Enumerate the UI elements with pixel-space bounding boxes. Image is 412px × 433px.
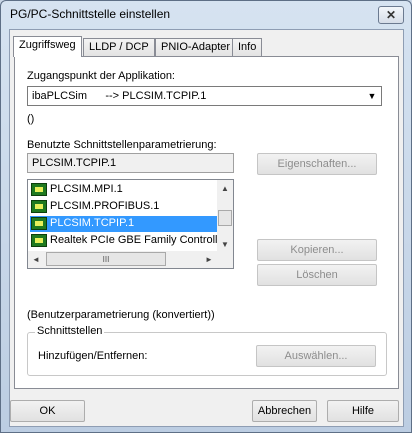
tab-pnio-adapter[interactable]: PNIO-Adapter: [155, 38, 237, 56]
delete-button[interactable]: Löschen: [257, 264, 377, 286]
cancel-button[interactable]: Abbrechen: [252, 400, 317, 422]
scroll-right-icon[interactable]: ►: [201, 251, 217, 268]
add-remove-label: Hinzufügen/Entfernen:: [38, 350, 148, 362]
tab-label: Info: [238, 41, 257, 53]
copy-button[interactable]: Kopieren...: [257, 239, 377, 261]
tab-lldp-dcp[interactable]: LLDP / DCP: [83, 38, 155, 56]
help-button[interactable]: Hilfe: [327, 400, 399, 422]
grip-icon: III: [102, 254, 110, 264]
ok-button-label: OK: [39, 405, 56, 417]
properties-button[interactable]: Eigenschaften...: [257, 153, 377, 175]
list-item-label: Realtek PCIe GBE Family Controller: [50, 234, 228, 246]
tab-panel-zugriffsweg: Zugangspunkt der Applikation: ibaPLCSim …: [14, 56, 399, 389]
window-title: PG/PC-Schnittstelle einstellen: [10, 7, 171, 21]
tab-info[interactable]: Info: [232, 38, 263, 56]
list-item[interactable]: Realtek PCIe GBE Family Controller: [30, 233, 227, 249]
horizontal-scroll-thumb[interactable]: III: [46, 252, 166, 266]
list-item[interactable]: PLCSIM.PROFIBUS.1: [30, 199, 218, 215]
network-adapter-icon: [31, 217, 47, 230]
list-item-label: PLCSIM.PROFIBUS.1: [50, 200, 160, 212]
help-button-label: Hilfe: [351, 405, 374, 417]
network-adapter-icon: [31, 200, 47, 213]
select-button[interactable]: Auswählen...: [256, 345, 376, 367]
scroll-up-icon[interactable]: ▲: [217, 180, 233, 196]
title-bar: PG/PC-Schnittstelle einstellen ✕: [1, 1, 411, 27]
current-interface-field: PLCSIM.TCPIP.1: [27, 153, 234, 173]
dialog-client: Zugriffsweg LLDP / DCP PNIO-Adapter Info…: [9, 29, 404, 427]
close-icon: ✕: [385, 8, 397, 22]
groupbox-legend: Schnittstellen: [35, 325, 105, 337]
network-adapter-icon: [31, 183, 47, 196]
copy-button-label: Kopieren...: [290, 244, 344, 256]
interfaces-groupbox: Schnittstellen Hinzufügen/Entfernen: Aus…: [27, 325, 387, 376]
delete-button-label: Löschen: [296, 269, 338, 281]
select-button-label: Auswählen...: [284, 350, 348, 362]
vertical-scroll-thumb[interactable]: [218, 210, 232, 226]
ok-button[interactable]: OK: [10, 400, 85, 422]
access-point-label: Zugangspunkt der Applikation:: [27, 70, 175, 82]
interface-listbox[interactable]: PLCSIM.MPI.1 PLCSIM.PROFIBUS.1 PLCSIM.TC…: [27, 179, 234, 269]
current-interface-value: PLCSIM.TCPIP.1: [32, 157, 117, 169]
list-item-selected[interactable]: PLCSIM.TCPIP.1: [30, 216, 218, 232]
list-item[interactable]: PLCSIM.MPI.1: [30, 182, 218, 198]
vertical-scrollbar[interactable]: ▲ ▼: [217, 180, 233, 252]
chevron-down-icon[interactable]: ▼: [364, 88, 380, 104]
dialog-window: PG/PC-Schnittstelle einstellen ✕ Zugriff…: [0, 0, 412, 433]
tab-label: Zugriffsweg: [19, 39, 76, 51]
network-adapter-icon: [31, 234, 47, 247]
access-point-select[interactable]: ibaPLCSim --> PLCSIM.TCPIP.1 ▼: [27, 86, 382, 106]
access-point-note: (): [27, 113, 35, 125]
close-button[interactable]: ✕: [378, 6, 404, 24]
interface-param-label: Benutzte Schnittstellenparametrierung:: [27, 139, 217, 151]
list-item-label: PLCSIM.MPI.1: [50, 183, 123, 195]
parametrization-status: (Benutzerparametrierung (konvertiert)): [27, 309, 215, 321]
scroll-down-icon[interactable]: ▼: [217, 236, 233, 252]
horizontal-scrollbar[interactable]: ◄ III ►: [28, 251, 233, 268]
tab-zugriffsweg[interactable]: Zugriffsweg: [13, 36, 82, 57]
scroll-left-icon[interactable]: ◄: [28, 251, 44, 268]
access-point-value: ibaPLCSim --> PLCSIM.TCPIP.1: [32, 90, 207, 102]
properties-button-label: Eigenschaften...: [277, 158, 357, 170]
cancel-button-label: Abbrechen: [257, 405, 312, 417]
tab-label: LLDP / DCP: [89, 41, 149, 53]
list-item-label: PLCSIM.TCPIP.1: [50, 217, 135, 229]
tab-label: PNIO-Adapter: [161, 41, 231, 53]
